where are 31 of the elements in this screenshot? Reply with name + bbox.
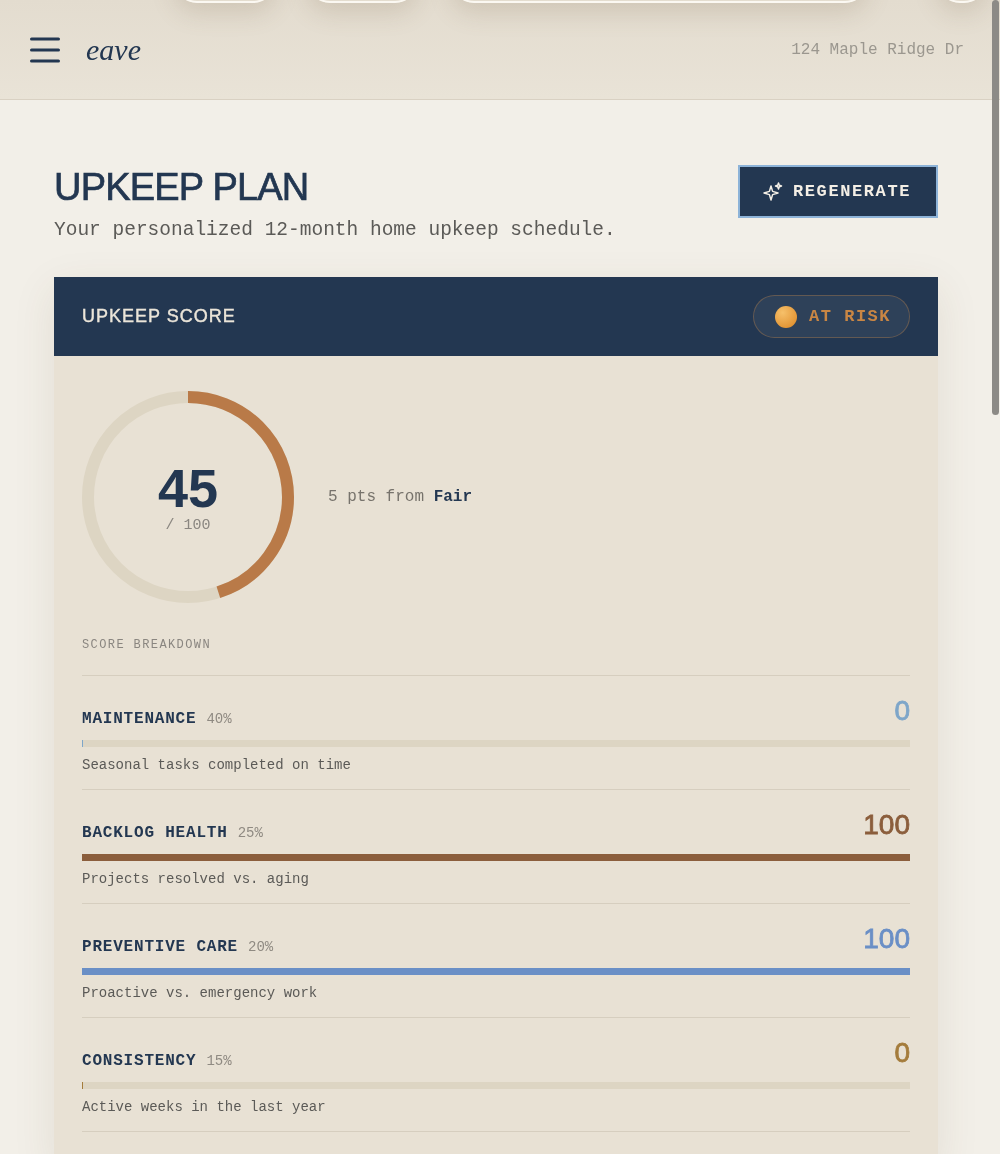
- address-label: 124 Maple Ridge Dr: [791, 40, 964, 59]
- scrollbar-thumb[interactable]: [992, 0, 999, 415]
- score-note: 5 pts from Fair: [328, 488, 473, 506]
- category-description: Seasonal tasks completed on time: [82, 756, 352, 775]
- category-name: BACKLOG HEALTH: [82, 823, 228, 844]
- category-name: MAINTENANCE: [82, 709, 197, 730]
- score-max: / 100: [165, 516, 211, 536]
- category-weight: 25%: [237, 824, 263, 843]
- category-weight: 15%: [206, 1052, 232, 1071]
- sparkle-icon: [763, 181, 783, 202]
- page-title: UPKEEP PLAN: [54, 166, 310, 208]
- category-description: Active weeks in the last year: [82, 1098, 327, 1117]
- section-label: SCORE BREAKDOWN: [82, 637, 213, 653]
- status-dot-icon: [775, 305, 798, 328]
- category-description: Projects resolved vs. aging: [82, 870, 310, 889]
- category-score: 0: [894, 696, 910, 728]
- card-title: UPKEEP SCORE: [82, 306, 236, 327]
- category-score: 100: [863, 810, 910, 842]
- page-subtitle: Your personalized 12-month home upkeep schedule.: [54, 218, 616, 242]
- category-name: PREVENTIVE CARE: [82, 937, 239, 958]
- status-badge: AT RISK: [753, 295, 910, 338]
- category-score: 100: [863, 924, 910, 956]
- category-score: 0: [894, 1038, 910, 1070]
- category-weight: 40%: [206, 710, 232, 729]
- menu-icon[interactable]: [30, 36, 60, 63]
- score-value: 45: [157, 460, 219, 516]
- category-description: Proactive vs. emergency work: [82, 984, 319, 1003]
- category-weight: 20%: [248, 938, 274, 957]
- category-name: CONSISTENCY: [82, 1051, 197, 1072]
- regenerate-button[interactable]: REGENERATE: [738, 165, 938, 218]
- logo[interactable]: eave: [86, 34, 141, 65]
